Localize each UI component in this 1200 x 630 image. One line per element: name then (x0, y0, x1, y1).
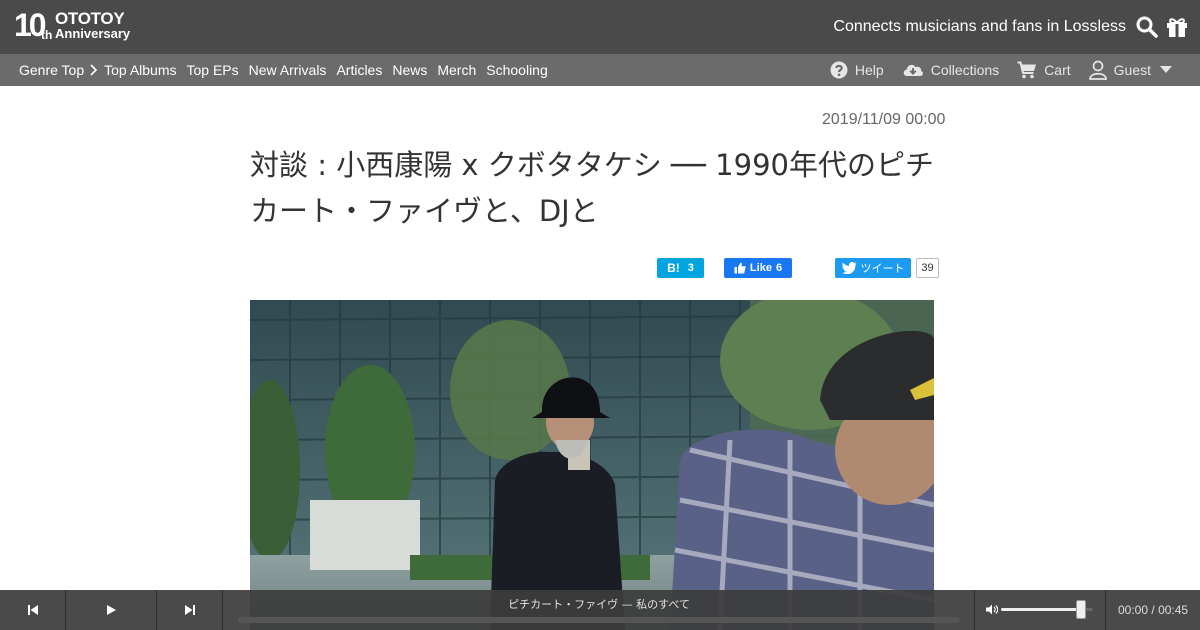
tagline: Connects musicians and fans in Lossless (833, 18, 1126, 35)
previous-button[interactable] (0, 590, 66, 630)
help-link[interactable]: Help (830, 61, 884, 79)
article-date: 2019/11/09 00:00 (822, 111, 946, 128)
facebook-like-count: 6 (775, 262, 783, 274)
gift-icon[interactable] (1165, 15, 1189, 39)
nav-item-genre-top[interactable]: Genre Top (19, 54, 84, 86)
search-icon[interactable] (1135, 15, 1159, 39)
volume-divider (974, 590, 975, 630)
audio-player: ピチカート・ファイヴ — 私のすべて 00:00 / 00:45 (0, 590, 1200, 630)
thumbs-up-icon (734, 262, 746, 274)
time-current: 00:00 (1118, 603, 1149, 617)
caret-down-icon (1160, 66, 1172, 73)
skip-back-icon (27, 605, 38, 615)
help-icon (830, 61, 848, 79)
twitter-tweet-button[interactable]: ツイート (835, 258, 911, 278)
twitter-tweet-count: 39 (916, 258, 939, 278)
logo-anniversary: Anniversary (55, 26, 131, 41)
hatena-bookmark-button[interactable]: B! 3 (657, 258, 704, 278)
nav-item-new-arrivals[interactable]: New Arrivals (249, 54, 327, 86)
chevron-right-icon (90, 64, 98, 76)
twitter-tweet-label: ツイート (860, 263, 905, 275)
twitter-bird-icon (841, 262, 857, 274)
volume-handle[interactable] (1076, 600, 1087, 619)
facebook-like-button[interactable]: Like 6 (724, 258, 792, 278)
nav-item-schooling[interactable]: Schooling (486, 54, 548, 86)
article-title-line-1: 対談 : 小西康陽 x クボタタケシ ── 1990年代のピチ (250, 148, 934, 182)
user-icon (1088, 60, 1107, 80)
play-button[interactable] (66, 590, 157, 630)
time-divider (1105, 590, 1106, 630)
next-button[interactable] (157, 590, 223, 630)
nav-item-articles[interactable]: Articles (336, 54, 382, 86)
nav-menu: Genre Top Top Albums Top EPs New Arrival… (19, 54, 558, 86)
nav-bar: Genre Top Top Albums Top EPs New Arrival… (0, 54, 1200, 86)
skip-forward-icon (184, 605, 195, 615)
nav-item-top-eps[interactable]: Top EPs (187, 54, 239, 86)
volume-slider[interactable] (1001, 600, 1093, 619)
user-menu[interactable]: Guest (1088, 60, 1172, 80)
logo-th: th (41, 28, 53, 42)
hatena-mark: B! (667, 261, 680, 275)
article-title: 対談 : 小西康陽 x クボタタケシ ── 1990年代のピチ カート・ファイヴ… (250, 142, 970, 234)
play-icon (107, 605, 116, 615)
cart-icon (1017, 61, 1037, 79)
cart-link[interactable]: Cart (1017, 61, 1071, 79)
time-separator: / (1151, 603, 1155, 617)
logo-ten: 10 (14, 7, 47, 43)
time-total: 00:45 (1158, 603, 1189, 617)
help-label: Help (854, 62, 884, 78)
article-photo-artwork (250, 300, 934, 630)
playback-time: 00:00 / 00:45 (1118, 603, 1188, 617)
nav-item-news[interactable]: News (392, 54, 427, 86)
cart-label: Cart (1044, 62, 1071, 78)
collections-link[interactable]: Collections (902, 61, 999, 79)
article-title-line-2: カート・ファイヴと、DJと (250, 194, 599, 228)
ototoy-logo[interactable]: 10 th OTOTOY Anniversary (14, 7, 139, 45)
collections-label: Collections (930, 62, 1000, 78)
user-label: Guest (1113, 62, 1151, 78)
volume-fill (1001, 608, 1086, 611)
facebook-like-label: Like (749, 262, 772, 274)
nav-item-top-albums[interactable]: Top Albums (104, 54, 176, 86)
hatena-count: 3 (687, 262, 694, 274)
now-playing-title: ピチカート・ファイヴ — 私のすべて (508, 598, 690, 611)
top-bar: 10 th OTOTOY Anniversary Connects musici… (0, 0, 1200, 54)
article-photo (250, 300, 934, 630)
progress-bar[interactable] (238, 617, 960, 623)
cloud-download-icon (903, 64, 923, 76)
nav-item-merch[interactable]: Merch (437, 54, 476, 86)
nav-user-menu: Help Collections Cart Guest (812, 54, 1172, 86)
volume-icon[interactable] (986, 604, 998, 615)
